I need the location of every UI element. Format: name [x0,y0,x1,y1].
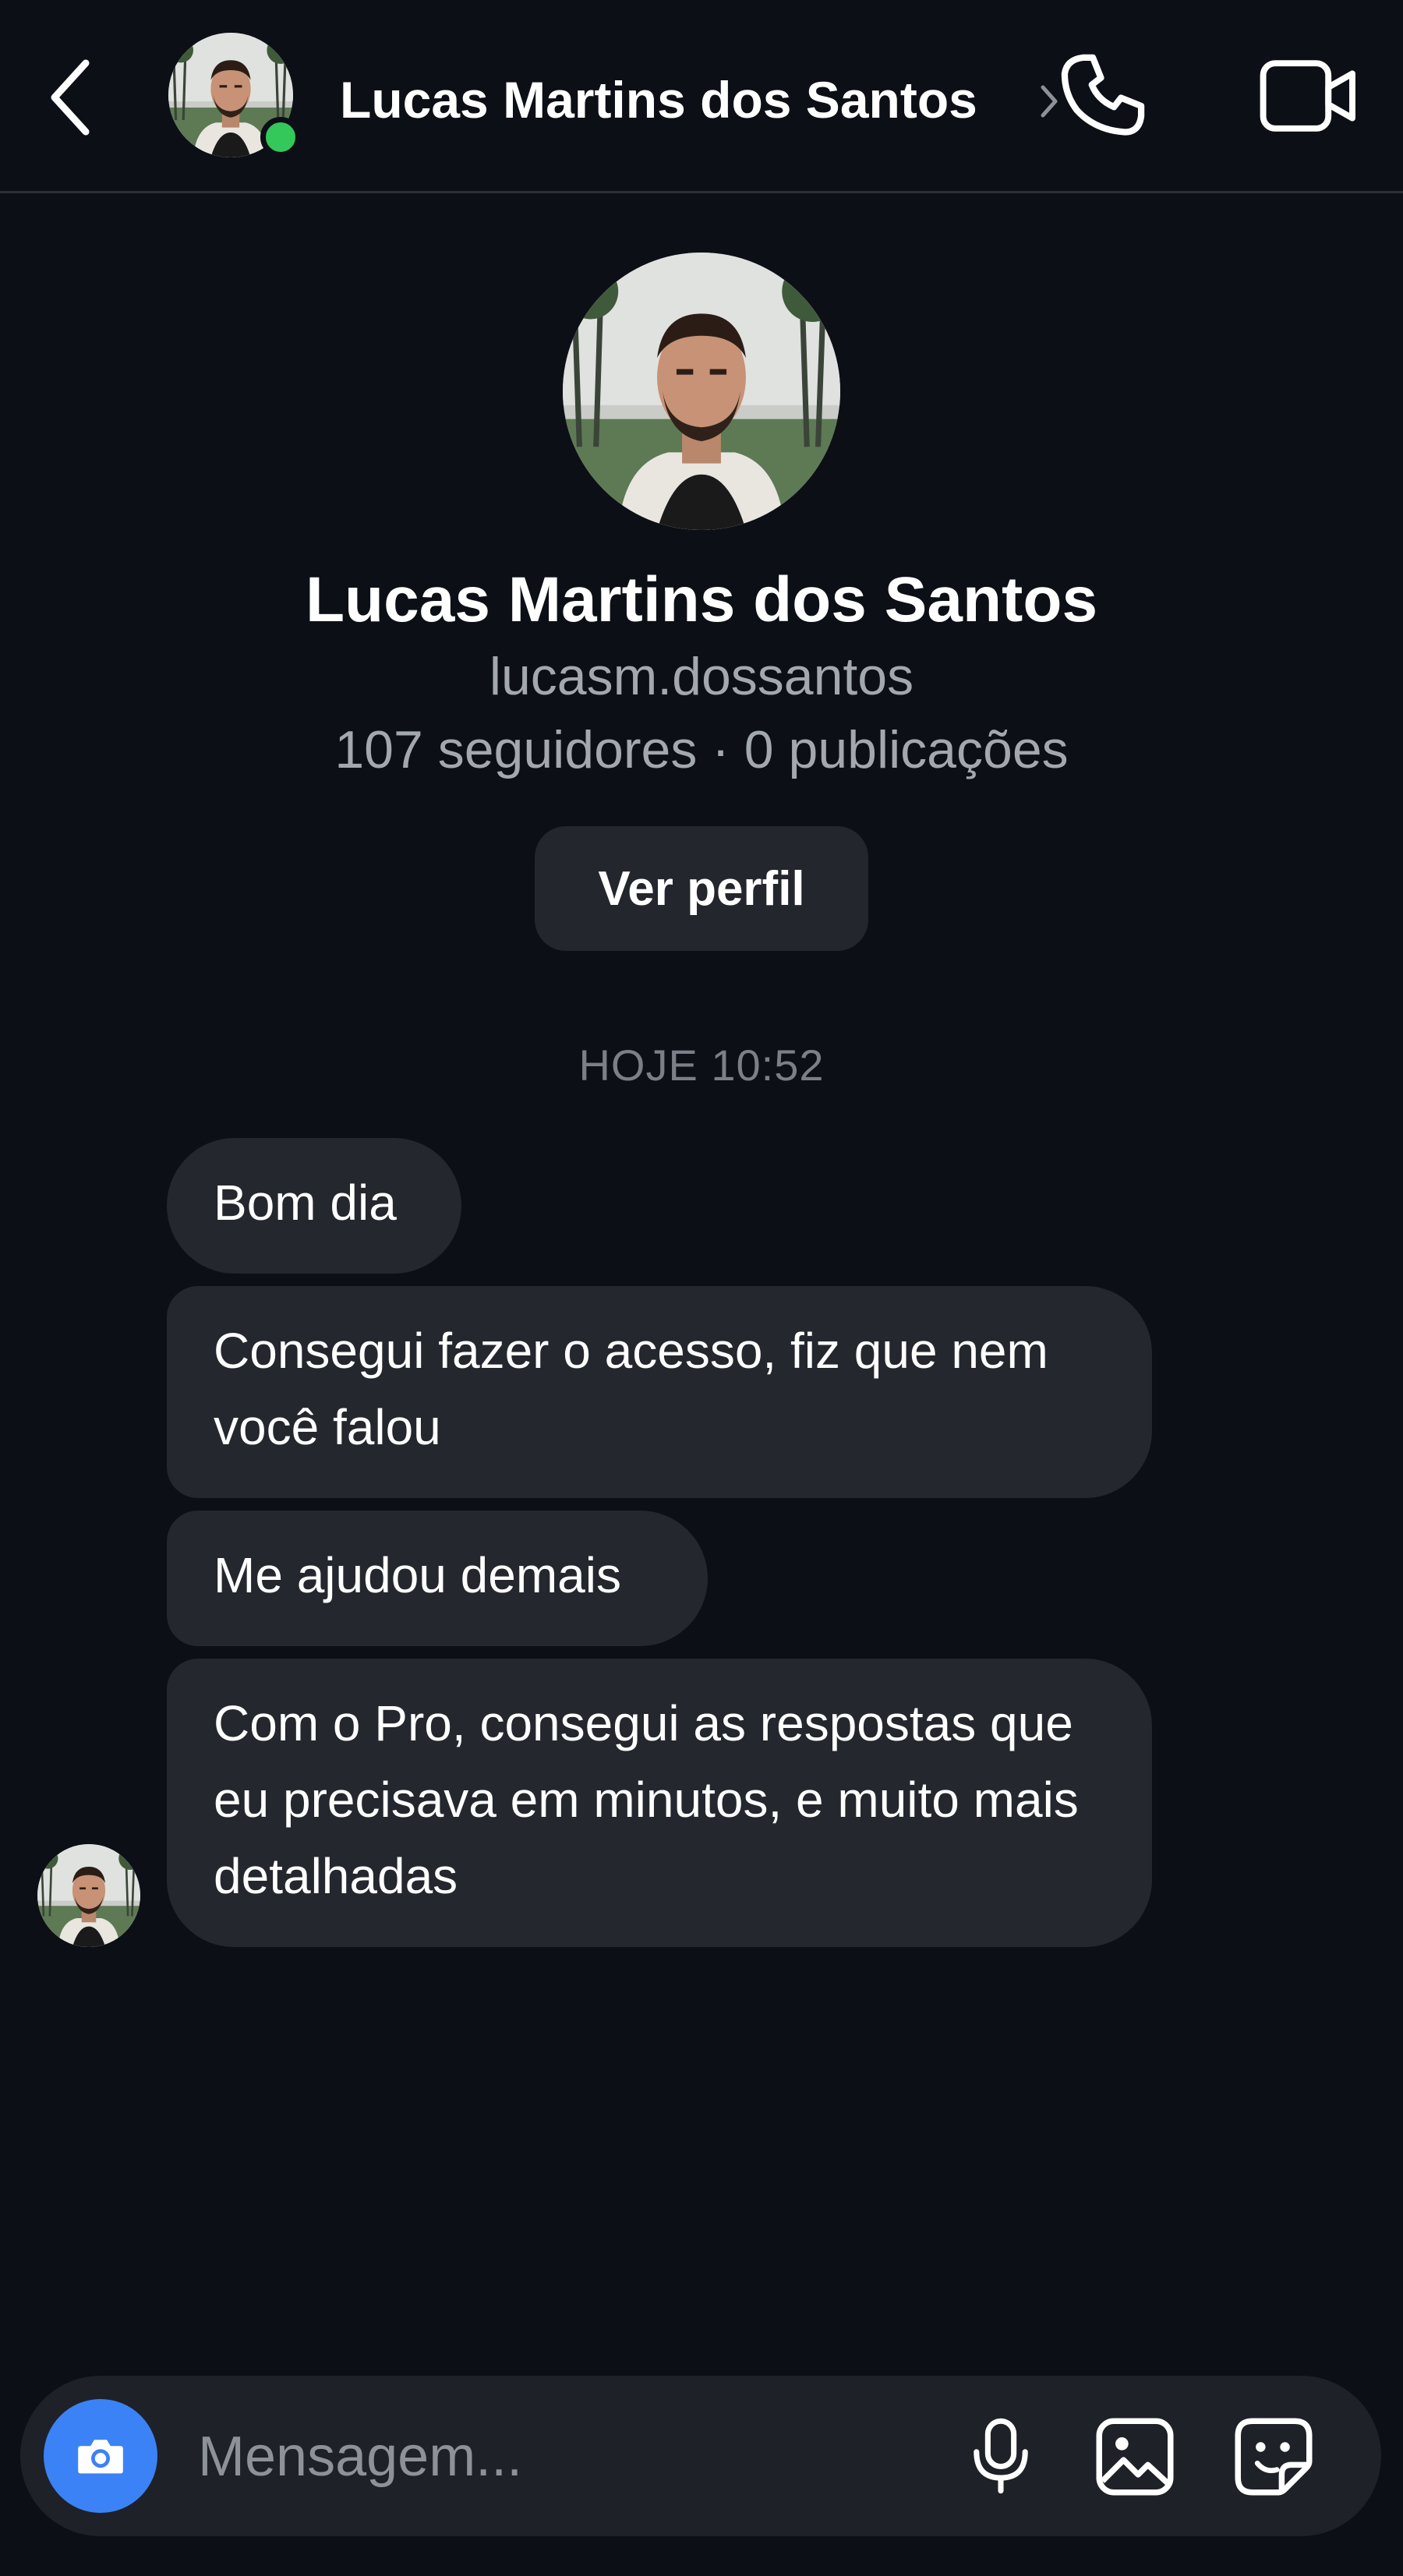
back-button[interactable] [31,47,109,148]
message-bubble[interactable]: Me ajudou demais [167,1511,708,1646]
camera-icon [78,2440,123,2474]
phone-icon [1061,54,1145,136]
profile-username: lucasm.dossantos [489,647,914,706]
message-bubble[interactable]: Consegui fazer o acesso, fiz que nem voc… [167,1286,1152,1498]
video-call-button[interactable] [1247,45,1372,147]
online-status-indicator [260,117,301,157]
sticker-icon [1235,2418,1313,2496]
voice-message-button[interactable] [954,2408,1048,2505]
message-bubble[interactable]: Bom dia [167,1138,461,1274]
video-camera-icon [1260,60,1355,132]
view-profile-button[interactable]: Ver perfil [535,826,868,951]
message-bubble[interactable]: Com o Pro, consegui as respostas que eu … [167,1659,1152,1947]
profile-avatar[interactable] [563,253,840,530]
message-input[interactable] [196,2413,901,2500]
sender-avatar[interactable] [37,1844,140,1947]
gallery-button[interactable] [1087,2408,1183,2505]
header-divider [0,191,1403,193]
voice-call-button[interactable] [1052,45,1154,147]
profile-name: Lucas Martins dos Santos [305,564,1098,635]
chat-header: Lucas Martins dos Santos [0,0,1403,193]
chat-timestamp: HOJE 10:52 [578,1041,825,1090]
camera-button[interactable] [44,2399,157,2513]
profile-stats: 107 seguidores · 0 publicações [334,720,1069,779]
chevron-left-icon [51,59,90,136]
image-icon [1096,2418,1174,2496]
contact-name[interactable]: Lucas Martins dos Santos [340,69,977,131]
microphone-icon [974,2418,1028,2494]
sticker-button[interactable] [1225,2408,1322,2505]
